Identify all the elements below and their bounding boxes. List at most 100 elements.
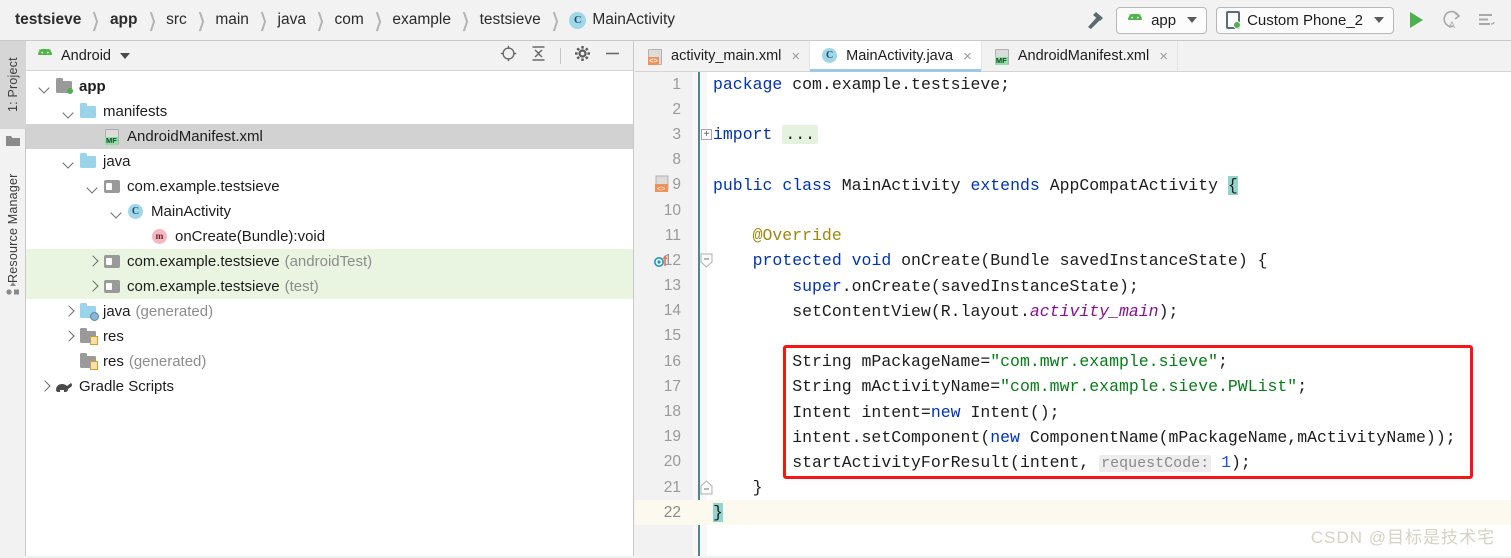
tree-row-androidmanifest-xml[interactable]: MF AndroidManifest.xml bbox=[26, 124, 633, 149]
tree-row-com-example-testsieve[interactable]: com.example.testsieve (test) bbox=[26, 274, 633, 299]
generated-folder-icon bbox=[79, 303, 99, 321]
breadcrumb-separator: ❯ bbox=[91, 10, 100, 32]
java-class-icon: C bbox=[127, 203, 145, 220]
chevron-down-icon bbox=[1187, 17, 1198, 23]
breadcrumb-item-src[interactable]: src bbox=[165, 11, 188, 29]
tree-row-com-example-testsieve[interactable]: com.example.testsieve (androidTest) bbox=[26, 249, 633, 274]
close-icon[interactable]: × bbox=[791, 48, 800, 65]
resource-manager-icon bbox=[5, 281, 21, 297]
sidebar-tab-project[interactable]: 1: Project bbox=[0, 41, 26, 129]
code-text: } bbox=[713, 478, 763, 498]
close-icon[interactable]: × bbox=[1159, 48, 1168, 65]
settings-gear-icon[interactable] bbox=[574, 45, 591, 67]
sidebar-tab-resource-manager[interactable]: Resource Manager bbox=[0, 157, 26, 299]
line-number: 18 bbox=[663, 403, 681, 421]
editor-tab-bar[interactable]: <> activity_main.xml × C MainActivity.java × M… bbox=[635, 41, 1511, 72]
editor-tab-mainactivity-java[interactable]: C MainActivity.java × bbox=[810, 41, 982, 72]
code-text: } bbox=[713, 503, 723, 523]
fold-region-end-icon[interactable] bbox=[700, 480, 713, 495]
code-editor: <> activity_main.xml × C MainActivity.java × M… bbox=[635, 41, 1511, 558]
code-line-18[interactable]: 18 Intent intent=new Intent(); bbox=[635, 399, 1511, 424]
code-text: @Override bbox=[713, 226, 842, 246]
tree-twisty-expanded[interactable] bbox=[110, 205, 123, 218]
tree-twisty-expanded[interactable] bbox=[62, 155, 75, 168]
breadcrumb-item-example[interactable]: example bbox=[391, 11, 452, 29]
breadcrumb-item-testsieve[interactable]: testsieve bbox=[14, 11, 82, 29]
apply-changes-button[interactable]: A bbox=[1438, 7, 1464, 33]
tree-row-java[interactable]: java (generated) bbox=[26, 299, 633, 324]
editor-tab-activity-main-xml[interactable]: <> activity_main.xml × bbox=[635, 41, 811, 71]
tree-twisty-expanded[interactable] bbox=[38, 80, 51, 93]
code-line-17[interactable]: 17 String mActivityName="com.mwr.example… bbox=[635, 374, 1511, 399]
chevron-down-icon[interactable] bbox=[119, 52, 130, 59]
code-line-11[interactable]: 11 @Override bbox=[635, 223, 1511, 248]
code-line-15[interactable]: 15 bbox=[635, 324, 1511, 349]
code-line-13[interactable]: 13 super.onCreate(savedInstanceState); bbox=[635, 274, 1511, 299]
tree-twisty-collapsed[interactable] bbox=[86, 280, 99, 293]
hide-panel-icon[interactable] bbox=[604, 45, 621, 67]
android-robot-icon bbox=[1126, 12, 1144, 27]
code-line-2[interactable]: 2 bbox=[635, 97, 1511, 122]
tree-row-app[interactable]: app bbox=[26, 74, 633, 99]
tree-twisty-expanded[interactable] bbox=[62, 105, 75, 118]
android-view-icon bbox=[36, 48, 54, 62]
close-icon[interactable]: × bbox=[963, 48, 972, 65]
code-text: setContentView(R.layout.activity_main); bbox=[713, 301, 1179, 321]
code-line-12[interactable]: 12 protected void onCreate(Bundle savedI… bbox=[635, 248, 1511, 273]
manifest-xml-icon: MF bbox=[103, 128, 121, 145]
tree-row-label: com.example.testsieve bbox=[127, 178, 280, 195]
java-class-icon: C bbox=[569, 11, 587, 29]
override-method-gutter-icon[interactable] bbox=[653, 251, 673, 271]
code-line-9[interactable]: 9 <> public class MainActivity extends App… bbox=[635, 173, 1511, 198]
layout-xml-icon: <> bbox=[647, 48, 664, 65]
tree-row-res[interactable]: res (generated) bbox=[26, 349, 633, 374]
related-layout-gutter-icon[interactable]: <> bbox=[653, 175, 673, 195]
code-line-16[interactable]: 16 String mPackageName="com.mwr.example.… bbox=[635, 349, 1511, 374]
breadcrumb-item-com[interactable]: com bbox=[334, 11, 365, 29]
tree-row-manifests[interactable]: manifests bbox=[26, 99, 633, 124]
code-line-21[interactable]: 21 } bbox=[635, 475, 1511, 500]
code-line-20[interactable]: 20 startActivityForResult(intent, reques… bbox=[635, 450, 1511, 475]
tree-twisty-collapsed[interactable] bbox=[86, 255, 99, 268]
code-line-22[interactable]: 22} bbox=[635, 500, 1511, 526]
code-line-8[interactable]: 8 bbox=[635, 148, 1511, 173]
breadcrumb-item-java[interactable]: java bbox=[277, 11, 307, 29]
breadcrumb-item-mainactivity[interactable]: C MainActivity bbox=[568, 11, 676, 29]
tree-row-oncreate-bundle-void[interactable]: m onCreate(Bundle):void bbox=[26, 224, 633, 249]
device-selector-dropdown[interactable]: Custom Phone_2 bbox=[1216, 6, 1394, 34]
code-line-1[interactable]: 1 package com.example.testsieve; bbox=[635, 72, 1511, 97]
build-hammer-icon[interactable] bbox=[1081, 7, 1107, 33]
tree-row-label: Gradle Scripts bbox=[79, 378, 175, 395]
run-button[interactable] bbox=[1403, 7, 1429, 33]
code-area[interactable]: 1 package com.example.testsieve; 2 3 + import… bbox=[635, 72, 1511, 558]
tree-row-mainactivity[interactable]: C MainActivity bbox=[26, 199, 633, 224]
tree-twisty-collapsed[interactable] bbox=[38, 380, 51, 393]
fold-collapse-icon[interactable] bbox=[700, 253, 713, 269]
module-selector-dropdown[interactable]: app bbox=[1116, 6, 1208, 34]
code-line-19[interactable]: 19 intent.setComponent(new ComponentName… bbox=[635, 425, 1511, 450]
tree-row-gradle-scripts[interactable]: Gradle Scripts bbox=[26, 374, 633, 399]
code-line-14[interactable]: 14 setContentView(R.layout.activity_main… bbox=[635, 299, 1511, 324]
code-lines[interactable]: 1 package com.example.testsieve; 2 3 + import… bbox=[635, 72, 1511, 526]
code-line-10[interactable]: 10 bbox=[635, 198, 1511, 223]
fold-expand-icon[interactable]: + bbox=[701, 129, 712, 141]
tree-row-java[interactable]: java bbox=[26, 149, 633, 174]
project-view-selector-label[interactable]: Android bbox=[61, 48, 111, 64]
gradle-icon bbox=[55, 378, 73, 395]
code-line-3[interactable]: 3 + import ... bbox=[635, 122, 1511, 147]
project-tree[interactable]: app manifests MF AndroidManifest.xml java com… bbox=[26, 71, 633, 399]
tree-twisty-collapsed[interactable] bbox=[62, 330, 75, 343]
breadcrumb: testsieve ❯ app ❯ src ❯ main ❯ java ❯ co… bbox=[0, 0, 676, 40]
breadcrumb-item-testsieve-pkg[interactable]: testsieve bbox=[479, 11, 542, 29]
tree-twisty-expanded[interactable] bbox=[86, 180, 99, 193]
tree-row-res[interactable]: res bbox=[26, 324, 633, 349]
tree-row-label: app bbox=[79, 78, 106, 95]
collapse-all-icon[interactable] bbox=[530, 45, 547, 67]
editor-tab-androidmanifest-xml[interactable]: MF AndroidManifest.xml × bbox=[982, 41, 1178, 71]
tree-row-com-example-testsieve[interactable]: com.example.testsieve bbox=[26, 174, 633, 199]
select-opened-file-icon[interactable] bbox=[500, 45, 517, 67]
breadcrumb-item-app[interactable]: app bbox=[109, 11, 139, 29]
apply-code-changes-button[interactable] bbox=[1473, 7, 1499, 33]
breadcrumb-item-main[interactable]: main bbox=[214, 11, 250, 29]
tree-twisty-collapsed[interactable] bbox=[62, 305, 75, 318]
